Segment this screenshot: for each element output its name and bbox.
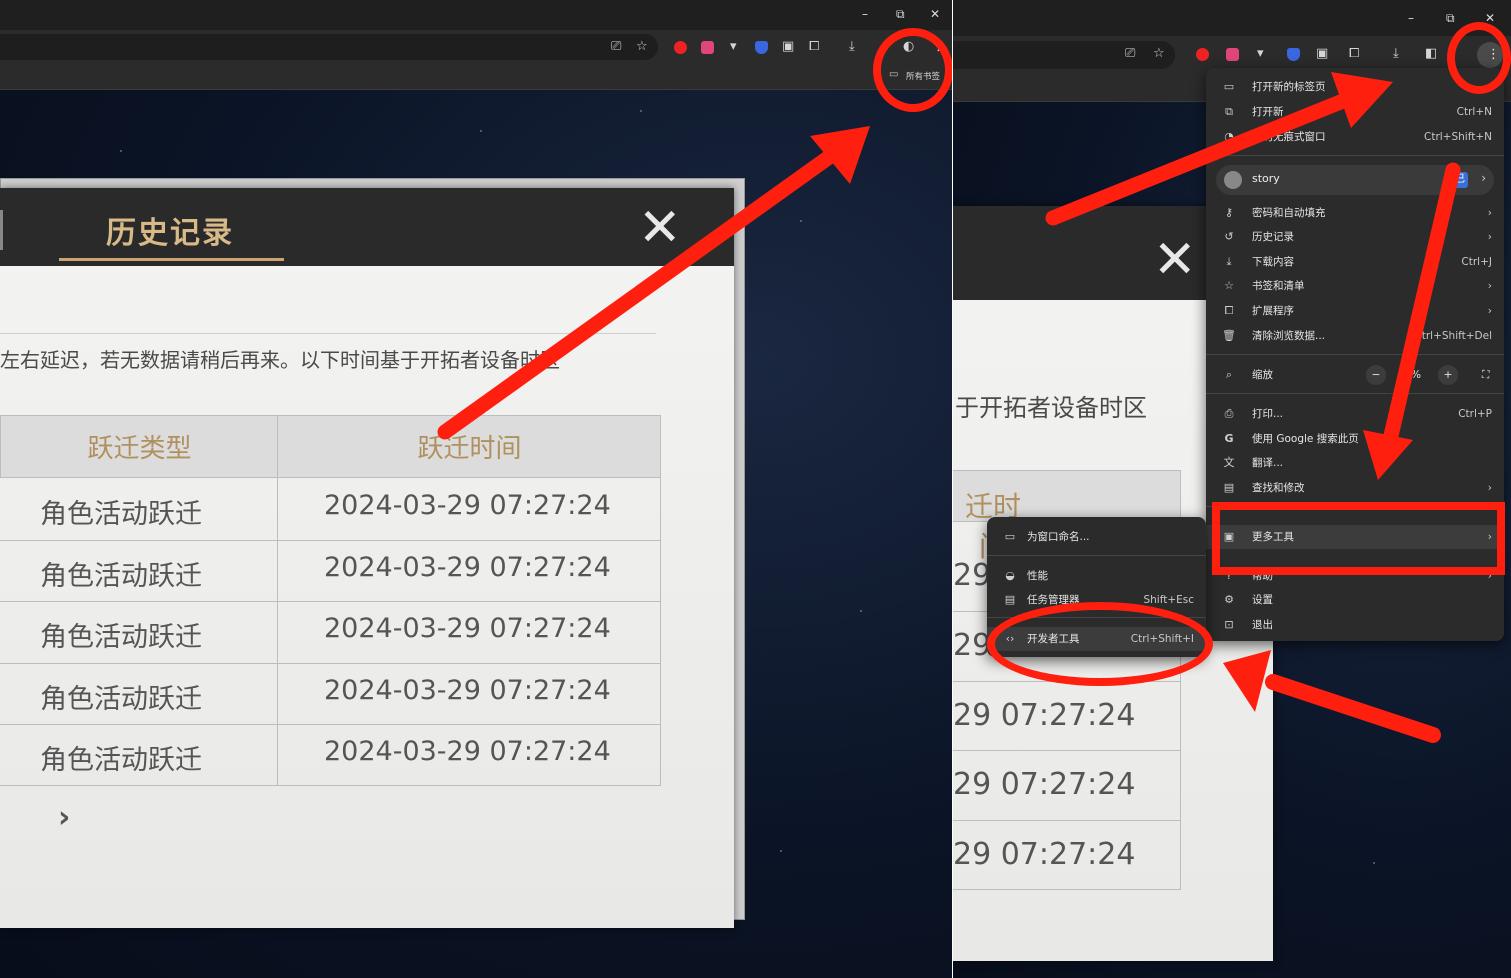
right-browser-panel: – ⧉ ✕ ⎚ ☆ ▾ ▣ ⧠ ⤓ ◧ ⋮ ✕ 于开拓者设备时区 迁时间 29 … bbox=[953, 0, 1511, 978]
composite-screenshot: – ⧉ ✕ ⎚ ☆ ▾ ▣ ⧠ ⤓ ◐ ⋮ ▭ 所有书签 历史记录 ✕ 左右延迟… bbox=[0, 0, 1511, 978]
annotation-arrow bbox=[437, 126, 870, 440]
annotation-arrows bbox=[1045, 72, 1461, 743]
left-browser-panel: – ⧉ ✕ ⎚ ☆ ▾ ▣ ⧠ ⤓ ◐ ⋮ ▭ 所有书签 历史记录 ✕ 左右延迟… bbox=[0, 0, 952, 978]
